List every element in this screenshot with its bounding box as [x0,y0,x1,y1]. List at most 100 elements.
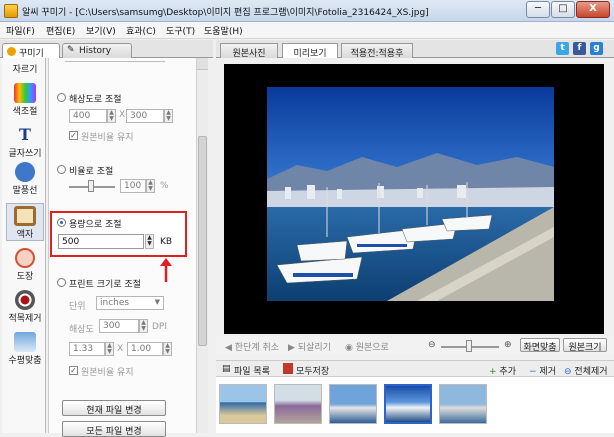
thumbnail-chairs[interactable] [274,384,322,424]
thumbnail-beach[interactable] [219,384,267,424]
tool-level[interactable]: 수평맞춤 [6,332,44,366]
resolution-x-label: X [119,110,126,120]
ratio-label: 비율로 조절 [69,167,114,177]
print-dpi-input[interactable]: 300 [99,319,139,333]
tool-strip: 자르기 색조절 T 글자쓰기 말풍선 액자 도장 적목제거 수평맞춤 [2,58,46,433]
close-button[interactable]: X [576,1,610,18]
original-size-button[interactable]: 원본크기 [563,338,607,353]
menu-view[interactable]: 보기(V) [86,24,116,37]
ratio-unit: % [160,181,169,191]
resolution-width-input[interactable]: 400 [69,109,107,123]
maximize-button[interactable]: □ [551,1,575,18]
resolution-keep-ratio-label: 원본비율 유지 [81,133,134,143]
tool-crop[interactable]: 자르기 [6,62,44,75]
tool-text[interactable]: T 글자쓰기 [6,125,44,159]
menu-tools[interactable]: 도구(T) [166,24,195,37]
undo-button[interactable]: ◀ 한단계 취소 [225,340,279,353]
menu-bar: 파일(F) 편집(E) 보기(V) 효과(C) 도구(T) 도움말(H) [0,22,614,39]
menu-file[interactable]: 파일(F) [6,24,35,37]
tool-stamp[interactable]: 도장 [6,248,44,282]
facebook-icon[interactable]: f [573,42,586,55]
radio-print[interactable] [57,278,66,287]
print-width-input[interactable]: 1.33 [69,342,105,356]
print-dpi-label: 해상도 [69,325,94,335]
zoom-slider-knob[interactable] [466,340,472,352]
app-icon [4,4,18,18]
file-list-bar: ▤ 파일 목록 모두저장 + 추가 − 제거 ⊖ 전체제거 [216,360,614,377]
thumbnail-marina[interactable] [329,384,377,424]
thumbnail-harbor-selected[interactable] [384,384,432,424]
ratio-slider-knob[interactable] [88,180,94,192]
scroll-thumb[interactable] [198,136,207,346]
panel-divider [65,61,165,62]
text-icon: T [19,125,31,144]
tab-original[interactable]: 원본사진 [220,43,278,59]
radio-ratio[interactable] [57,165,66,174]
capacity-label: 용량으로 조절 [69,220,122,230]
radio-resolution[interactable] [57,93,66,102]
change-current-file-button[interactable]: 현재 파일 변경 [62,400,166,416]
redo-button[interactable]: ▶ 되살리기 [288,340,331,353]
tool-speech-bubble[interactable]: 말풍선 [6,162,44,196]
speech-bubble-icon [15,162,35,182]
print-label: 프린트 크기로 조절 [69,280,141,290]
twitter-icon[interactable]: t [556,42,569,55]
remove-file-button[interactable]: − 제거 [529,364,556,377]
print-height-stepper[interactable]: ▲ ▼ [163,342,172,356]
print-keep-ratio-label: 원본비율 유지 [81,368,134,378]
capacity-input[interactable]: 500 [58,234,144,249]
print-x-label: X [117,344,124,354]
add-file-button[interactable]: + 추가 [489,364,516,377]
fit-screen-button[interactable]: 화면맞춤 [520,338,560,353]
minimize-button[interactable]: ─ [526,1,550,18]
tab-history[interactable]: ✎ History [62,43,132,58]
red-eye-icon [15,290,35,310]
zoom-out-icon[interactable]: ⊖ [428,340,436,350]
tool-frame[interactable]: 액자 [6,203,44,241]
print-height-input[interactable]: 1.00 [127,342,163,356]
level-icon [14,332,36,352]
tab-before-after[interactable]: 적용전:적용후 [341,43,413,59]
tab-preview[interactable]: 미리보기 [282,43,338,59]
red-arrow-icon [160,258,172,282]
save-all-button[interactable]: 모두저장 [296,364,329,377]
resolution-height-stepper[interactable]: ▲ ▼ [164,109,173,123]
file-list-label: 파일 목록 [234,367,270,377]
print-width-stepper[interactable]: ▲ ▼ [105,342,114,356]
resolution-keep-ratio-checkbox[interactable]: ✓ [69,131,78,140]
print-keep-ratio-checkbox[interactable]: ✓ [69,366,78,375]
menu-effect[interactable]: 효과(C) [126,24,156,37]
tab-decorate[interactable]: 꾸미기 [2,43,60,59]
decorate-tab-icon [7,47,16,56]
capacity-unit: KB [160,237,173,247]
revert-original-button[interactable]: ◉ 원본으로 [345,340,389,353]
pencil-icon: ✎ [67,45,75,55]
right-tab-bar: 원본사진 미리보기 적용전:적용후 t f g [216,40,614,59]
scroll-up-button[interactable] [197,58,208,70]
left-tab-bar: 꾸미기 ✎ History [0,40,213,59]
resolution-width-stepper[interactable]: ▲ ▼ [107,109,116,123]
zoom-in-icon[interactable]: ⊕ [504,340,512,350]
title-bar: 알씨 꾸미기 - [C:\Users\samsumg\Desktop\이미지 편… [0,0,614,22]
chevron-down-icon: ▼ [154,298,160,306]
change-all-files-button[interactable]: 모든 파일 변경 [62,421,166,437]
menu-edit[interactable]: 편집(E) [46,24,75,37]
tool-color-adjust[interactable]: 색조절 [6,83,44,117]
panel-scrollbar[interactable] [196,58,208,433]
resolution-height-input[interactable]: 300 [126,109,164,123]
thumbnail-port[interactable] [439,384,487,424]
radio-capacity[interactable] [57,218,66,227]
ratio-stepper[interactable]: ▲ ▼ [146,179,155,193]
google-icon[interactable]: g [590,42,603,55]
print-dpi-stepper[interactable]: ▲ ▼ [139,319,148,333]
print-unit-select[interactable]: inches ▼ [96,296,164,310]
ratio-input[interactable]: 100 [120,179,146,193]
window-title: 알씨 꾸미기 - [C:\Users\samsumg\Desktop\이미지 편… [22,8,429,18]
color-adjust-icon [14,83,36,103]
tool-red-eye[interactable]: 적목제거 [6,290,44,324]
save-icon [283,363,293,374]
capacity-stepper[interactable]: ▲ ▼ [145,234,154,249]
stamp-icon [15,248,35,268]
menu-help[interactable]: 도움말(H) [204,24,243,37]
remove-all-button[interactable]: ⊖ 전체제거 [564,364,608,377]
